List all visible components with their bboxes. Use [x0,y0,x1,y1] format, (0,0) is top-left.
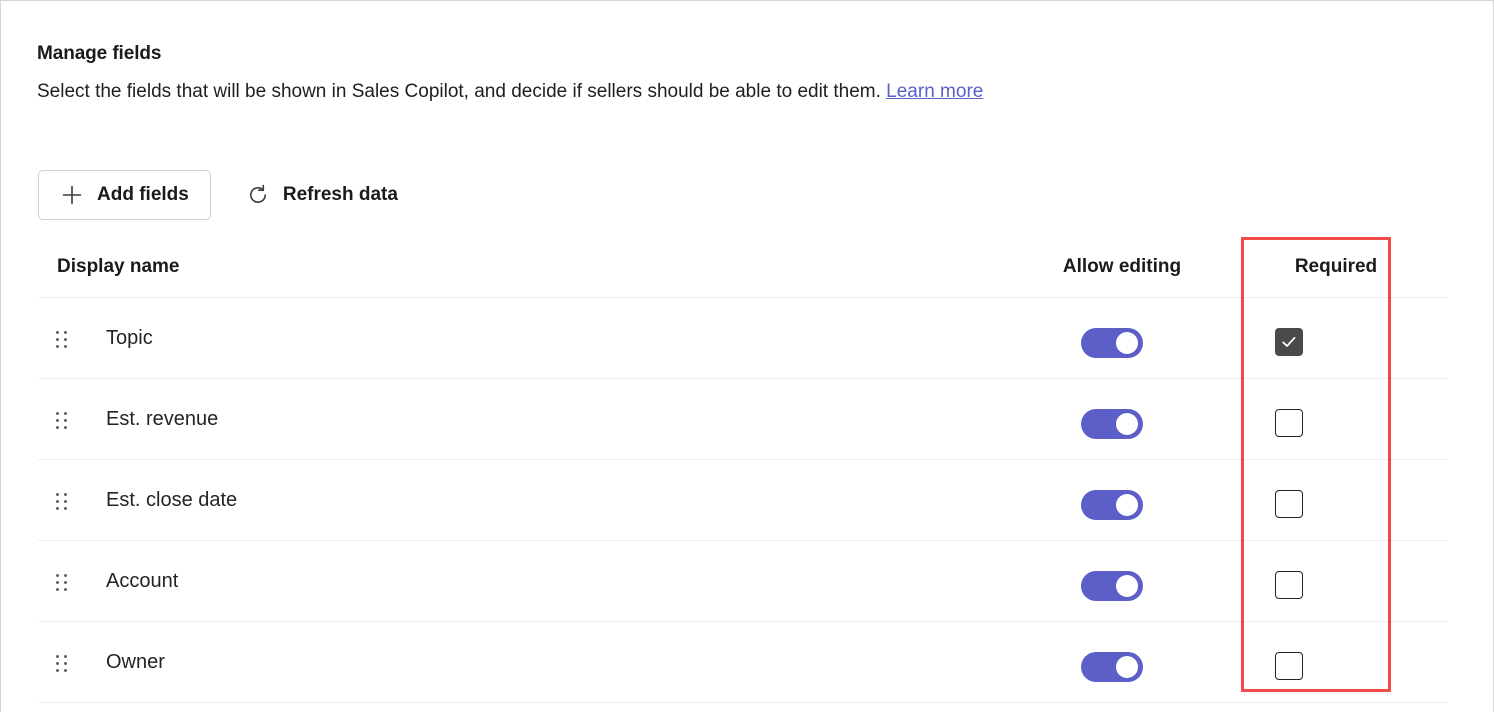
allow-editing-toggle[interactable] [1081,409,1143,439]
toolbar: Add fields Refresh data [38,170,409,220]
checkmark-icon [1281,334,1297,350]
required-checkbox[interactable] [1275,652,1303,680]
required-checkbox[interactable] [1275,328,1303,356]
allow-editing-toggle[interactable] [1081,490,1143,520]
table-row: Est. revenue [38,379,1448,460]
toggle-knob [1116,332,1138,354]
add-fields-label: Add fields [97,184,189,206]
toggle-knob [1116,413,1138,435]
manage-fields-panel: Manage fields Select the fields that wil… [0,0,1494,712]
drag-handle-icon[interactable] [56,331,70,349]
refresh-data-button[interactable]: Refresh data [235,170,409,220]
field-display-name: Est. close date [106,489,237,512]
table-header-row: Display name Allow editing Required [38,245,1448,298]
drag-handle-icon[interactable] [56,574,70,592]
toggle-knob [1116,575,1138,597]
drag-handle-icon[interactable] [56,493,70,511]
allow-editing-toggle[interactable] [1081,571,1143,601]
learn-more-link[interactable]: Learn more [886,81,983,102]
field-display-name: Owner [106,651,165,674]
table-row: Est. close date [38,460,1448,541]
required-checkbox[interactable] [1275,409,1303,437]
column-header-display-name: Display name [57,256,180,278]
field-display-name: Topic [106,327,153,350]
allow-editing-toggle[interactable] [1081,328,1143,358]
page-description: Select the fields that will be shown in … [37,81,983,103]
required-checkbox[interactable] [1275,571,1303,599]
page-description-text: Select the fields that will be shown in … [37,81,881,102]
refresh-data-label: Refresh data [283,184,398,206]
required-checkbox[interactable] [1275,490,1303,518]
page-title: Manage fields [37,43,161,65]
toggle-knob [1116,656,1138,678]
refresh-icon [246,183,270,207]
drag-handle-icon[interactable] [56,412,70,430]
allow-editing-toggle[interactable] [1081,652,1143,682]
field-display-name: Est. revenue [106,408,218,431]
toggle-knob [1116,494,1138,516]
plus-icon [60,183,84,207]
fields-table: Display name Allow editing Required Topi… [38,245,1448,703]
column-header-required: Required [1260,256,1412,278]
table-body: Topic Est. revenue Est. close date Account O… [38,298,1448,703]
add-fields-button[interactable]: Add fields [38,170,211,220]
field-display-name: Account [106,570,178,593]
table-row: Owner [38,622,1448,703]
table-row: Topic [38,298,1448,379]
drag-handle-icon[interactable] [56,655,70,673]
table-row: Account [38,541,1448,622]
column-header-allow-editing: Allow editing [1056,256,1188,278]
